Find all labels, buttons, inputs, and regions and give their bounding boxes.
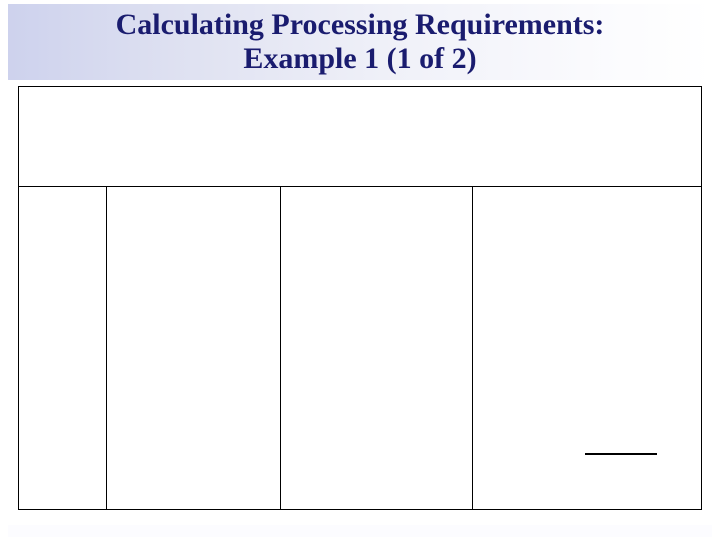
underline-mark [585, 453, 657, 455]
title-line-1: Calculating Processing Requirements: [116, 8, 605, 43]
table-column-1 [19, 187, 107, 509]
table-column-4 [473, 187, 701, 509]
title-line-2: Example 1 (1 of 2) [243, 42, 476, 77]
bottom-strip [8, 525, 712, 537]
table-header-row [19, 87, 701, 187]
content-table [18, 86, 702, 510]
table-body [19, 187, 701, 509]
title-band: Calculating Processing Requirements: Exa… [8, 4, 712, 80]
table-column-2 [107, 187, 281, 509]
table-column-3 [281, 187, 473, 509]
slide: Calculating Processing Requirements: Exa… [0, 0, 720, 540]
